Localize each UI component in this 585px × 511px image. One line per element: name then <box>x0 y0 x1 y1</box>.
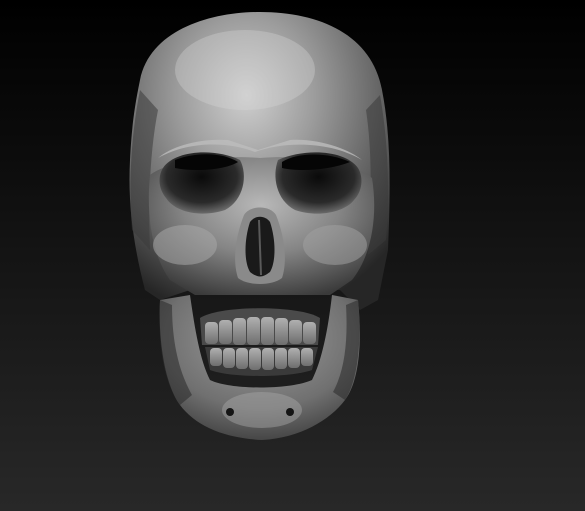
upper-teeth <box>200 308 320 345</box>
skull-render[interactable] <box>0 0 585 511</box>
lower-teeth <box>205 347 318 376</box>
nasal-cavity <box>235 207 285 284</box>
right-orbit <box>275 152 362 214</box>
viewport-canvas[interactable] <box>0 0 585 511</box>
left-orbit <box>159 152 244 214</box>
